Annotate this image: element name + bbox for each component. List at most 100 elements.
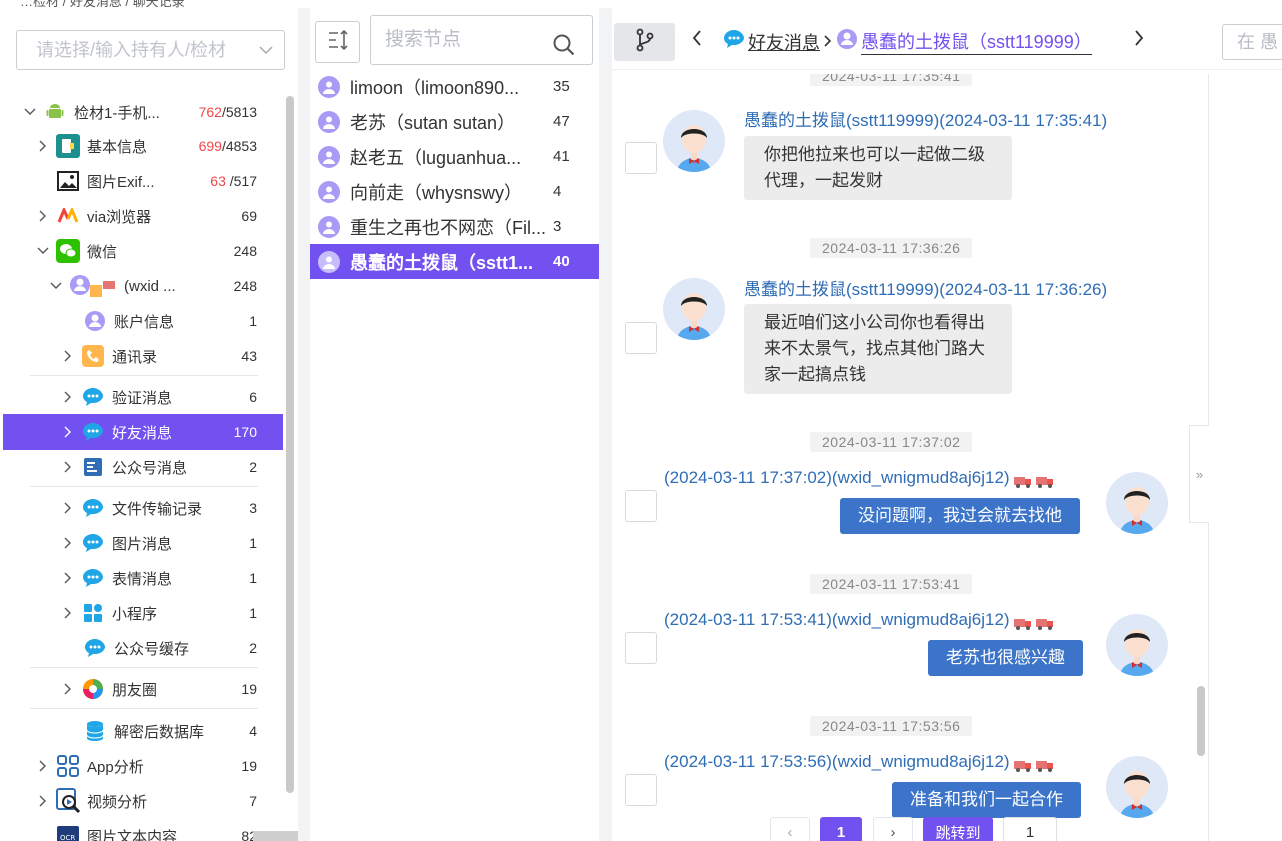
tree-item-video-analysis[interactable]: 视频分析 7 — [3, 783, 283, 819]
truck-icon — [1035, 615, 1054, 630]
chevron-right-icon[interactable] — [61, 606, 75, 620]
node-search-input[interactable]: 搜索节点 — [370, 15, 593, 65]
divider — [30, 708, 258, 709]
tree-item-label: 视频分析 — [87, 793, 148, 811]
breadcrumb-separator-icon — [824, 31, 832, 52]
tree-item-official-cache[interactable]: 公众号缓存 2 — [3, 630, 283, 666]
prev-page-button[interactable]: ‹ — [770, 817, 810, 841]
message-bubble: 准备和我们一起合作 — [892, 782, 1081, 818]
collapse-panel-handle[interactable]: » — [1189, 425, 1209, 523]
chat-icon — [81, 531, 105, 555]
chevron-right-icon[interactable] — [61, 349, 75, 363]
chat-scrollbar[interactable] — [1197, 686, 1205, 756]
tree-item-evidence-phone[interactable]: 检材1-手机... 762/5813 — [3, 94, 283, 130]
tree-item-wechat-account[interactable]: (wxid ... 248 — [3, 268, 283, 304]
tree-item-official-messages[interactable]: 公众号消息 2 — [3, 449, 283, 485]
tree-item-friend-messages[interactable]: 好友消息 170 — [3, 414, 283, 450]
chevron-right-icon[interactable] — [36, 209, 50, 223]
tree-item-label: 小程序 — [112, 605, 158, 623]
chevron-right-icon[interactable] — [61, 425, 75, 439]
chevron-right-icon[interactable] — [36, 139, 50, 153]
breadcrumb-friend-messages[interactable]: 好友消息 — [748, 29, 820, 55]
contact-item[interactable]: 重生之再也不网恋（Fil... 3 — [310, 209, 599, 244]
tree-item-decrypted-db[interactable]: 解密后数据库 4 — [3, 713, 283, 749]
left-panel: 请选择/输入持有人/检材 检材1-手机... 762/5813 基本信息 699… — [0, 8, 298, 841]
user-icon — [69, 274, 117, 298]
tree-item-emoji-messages[interactable]: 表情消息 1 — [3, 560, 283, 596]
video-icon — [56, 788, 80, 814]
message-checkbox[interactable] — [625, 322, 657, 354]
tree-item-count: 762/5813 — [198, 104, 257, 120]
next-page-button[interactable]: › — [873, 817, 913, 841]
ocr-icon: OCR — [56, 824, 80, 841]
tree-item-ocr[interactable]: OCR 图片文本内容 82 — [3, 818, 283, 841]
contact-name: 愚蠢的土拨鼠（sstt1... — [350, 252, 534, 273]
image-icon — [56, 169, 80, 193]
breadcrumb-contact[interactable]: 愚蠢的土拨鼠（sstt119999） — [861, 28, 1092, 55]
message-sender-row: (2024-03-11 17:53:41)(wxid_wnigmud8aj6j1… — [664, 610, 1054, 630]
contact-item[interactable]: limoon（limoon890... 35 — [310, 69, 599, 104]
message-checkbox[interactable] — [625, 774, 657, 806]
chat-search-input[interactable]: 在 愚 — [1222, 24, 1282, 60]
tree-item-image-messages[interactable]: 图片消息 1 — [3, 525, 283, 561]
tree-item-image-exif[interactable]: 图片Exif... 63 /517 — [3, 163, 283, 199]
message-checkbox[interactable] — [625, 490, 657, 522]
contact-item-selected[interactable]: 愚蠢的土拨鼠（sstt1... 40 — [310, 244, 599, 279]
tree-item-via-browser[interactable]: via浏览器 69 — [3, 198, 283, 234]
chevron-right-icon[interactable] — [61, 536, 75, 550]
truck-icon — [1013, 757, 1032, 772]
chevron-down-icon[interactable] — [36, 244, 50, 258]
nav-back-icon[interactable] — [692, 30, 702, 51]
chevron-right-icon[interactable] — [61, 682, 75, 696]
user-icon — [836, 28, 858, 55]
owner-select[interactable]: 请选择/输入持有人/检材 — [16, 30, 285, 70]
apps-icon — [56, 754, 80, 778]
message-timestamp: 2024-03-11 17:53:56 — [810, 716, 973, 736]
chevron-right-icon[interactable] — [36, 759, 50, 773]
chevron-right-icon[interactable] — [61, 390, 75, 404]
contact-item[interactable]: 老苏（sutan sutan） 47 — [310, 104, 599, 139]
sort-button[interactable] — [315, 21, 360, 63]
contact-count: 3 — [553, 218, 562, 235]
tree-item-wechat[interactable]: 微信 248 — [3, 233, 283, 269]
tree-item-app-analysis[interactable]: App分析 19 — [3, 748, 283, 784]
page-1-button[interactable]: 1 — [820, 817, 862, 841]
nav-forward-icon[interactable] — [1134, 30, 1144, 51]
tree-item-basic-info[interactable]: 基本信息 699/4853 — [3, 128, 283, 164]
tree-item-count: 2 — [249, 459, 257, 475]
double-chevron-right-icon: » — [1195, 466, 1204, 482]
tree-item-count: 248 — [233, 278, 257, 294]
jump-to-button[interactable]: 跳转到 — [923, 817, 993, 841]
tree-horizontal-scrollbar[interactable] — [253, 831, 298, 841]
tree-item-miniapp[interactable]: 小程序 1 — [3, 595, 283, 631]
chat-icon — [83, 636, 107, 660]
contact-item[interactable]: 赵老五（luguanhua... 41 — [310, 139, 599, 174]
miniapp-icon — [81, 601, 105, 625]
chevron-right-icon[interactable] — [61, 571, 75, 585]
chevron-right-icon[interactable] — [61, 460, 75, 474]
message-text-line: 代理，一起发财 — [764, 171, 883, 190]
contact-item[interactable]: 向前走（whysnswy） 4 — [310, 174, 599, 209]
chat-breadcrumb: 好友消息 愚蠢的土拨鼠（sstt119999） — [722, 28, 1092, 55]
jump-page-input[interactable]: 1 — [1003, 817, 1057, 841]
tree-item-contacts[interactable]: 通讯录 43 — [3, 338, 283, 374]
chevron-down-icon[interactable] — [49, 279, 63, 293]
tree-item-verify-messages[interactable]: 验证消息 6 — [3, 379, 283, 415]
chat-icon — [81, 385, 105, 409]
sort-icon — [326, 28, 350, 56]
chevron-right-icon[interactable] — [61, 501, 75, 515]
message-text-line: 准备和我们一起合作 — [910, 790, 1063, 809]
branch-button[interactable] — [614, 23, 675, 61]
tree-item-moments[interactable]: 朋友圈 19 — [3, 671, 283, 707]
message-checkbox[interactable] — [625, 142, 657, 174]
message-checkbox[interactable] — [625, 632, 657, 664]
message-text-line: 最近咱们这小公司你也看得出 — [764, 313, 985, 332]
chevron-down-icon[interactable] — [23, 105, 37, 119]
chevron-right-icon[interactable] — [36, 794, 50, 808]
tree-item-file-transfer[interactable]: 文件传输记录 3 — [3, 490, 283, 526]
tree-item-account-info[interactable]: 账户信息 1 — [3, 303, 283, 339]
tree-scrollbar[interactable] — [286, 96, 294, 793]
chat-icon — [81, 566, 105, 590]
chat-search-placeholder: 在 愚 — [1237, 32, 1279, 52]
truck-icon — [1035, 757, 1054, 772]
